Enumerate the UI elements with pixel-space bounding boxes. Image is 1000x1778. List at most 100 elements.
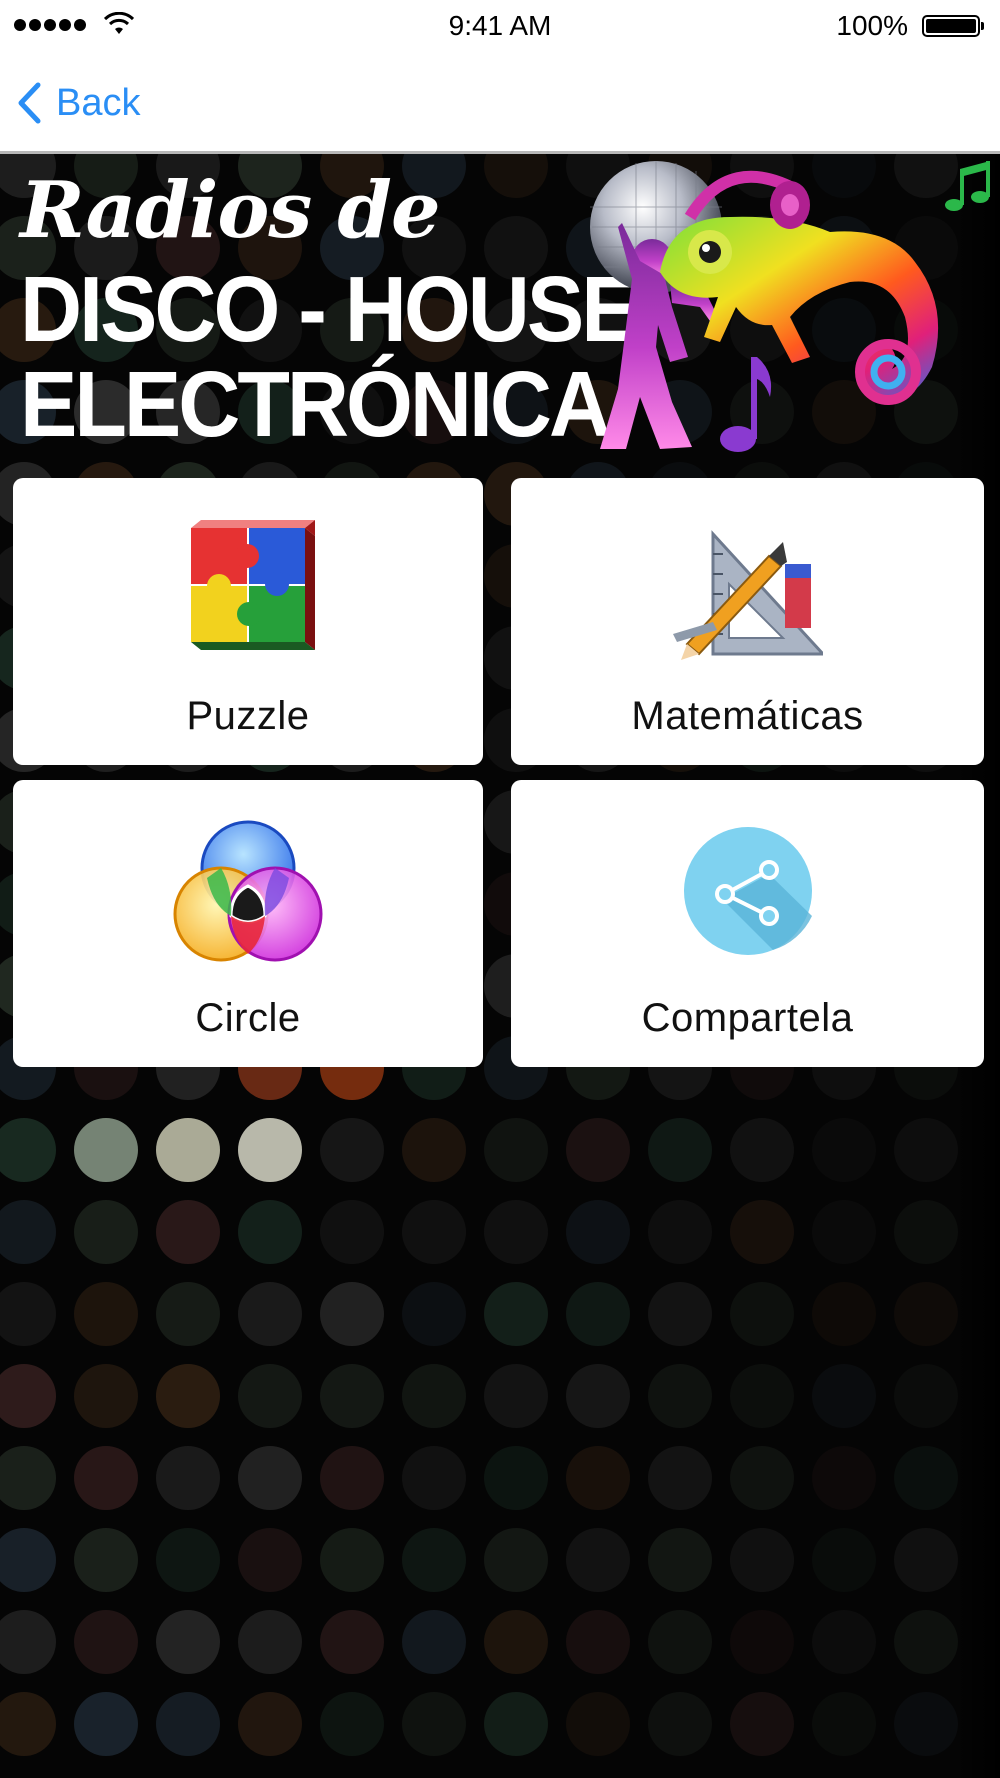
bokeh-light — [648, 1692, 712, 1756]
bokeh-light — [730, 1528, 794, 1592]
bokeh-light — [74, 1692, 138, 1756]
bokeh-light — [156, 1692, 220, 1756]
music-note-icon — [720, 357, 772, 452]
bokeh-light — [238, 1200, 302, 1264]
bokeh-light — [484, 1282, 548, 1346]
bokeh-light — [648, 1446, 712, 1510]
bokeh-light — [156, 1610, 220, 1674]
bokeh-light — [402, 1692, 466, 1756]
bokeh-light — [566, 1200, 630, 1264]
bokeh-light — [894, 1364, 958, 1428]
bokeh-light — [894, 1610, 958, 1674]
bokeh-light — [402, 1528, 466, 1592]
bokeh-light — [0, 1118, 56, 1182]
bokeh-light — [812, 1610, 876, 1674]
bokeh-light — [484, 154, 548, 198]
bokeh-light — [238, 1692, 302, 1756]
bokeh-light — [74, 1528, 138, 1592]
bokeh-light — [320, 1528, 384, 1592]
banner-title-line2: DISCO - HOUSE — [20, 258, 639, 362]
status-bar: 9:41 AM 100% — [0, 0, 1000, 52]
color-circles-icon — [173, 820, 323, 962]
bokeh-light — [894, 1118, 958, 1182]
bokeh-light — [648, 1364, 712, 1428]
back-button[interactable]: Back — [16, 76, 140, 130]
bokeh-light — [0, 1692, 56, 1756]
bokeh-light — [156, 1446, 220, 1510]
bokeh-light — [0, 1528, 56, 1592]
battery-icon — [922, 15, 984, 37]
bokeh-light — [648, 1610, 712, 1674]
bokeh-light — [0, 1364, 56, 1428]
bokeh-light — [730, 1282, 794, 1346]
bokeh-light — [894, 1282, 958, 1346]
bokeh-light — [156, 1364, 220, 1428]
bokeh-light — [402, 1282, 466, 1346]
tile-circle[interactable]: Circle — [13, 780, 483, 1067]
bokeh-light — [156, 1528, 220, 1592]
bokeh-light — [730, 1200, 794, 1264]
bokeh-light — [484, 1446, 548, 1510]
bokeh-light — [566, 1528, 630, 1592]
math-tools-icon — [672, 530, 823, 660]
bokeh-light — [566, 1364, 630, 1428]
bokeh-light — [648, 1200, 712, 1264]
bokeh-light — [74, 1364, 138, 1428]
bokeh-light — [74, 1282, 138, 1346]
banner-artwork — [590, 161, 990, 452]
bokeh-light — [730, 1692, 794, 1756]
puzzle-icon — [191, 520, 315, 650]
tile-compartela[interactable]: Compartela — [511, 780, 984, 1067]
bokeh-light — [812, 1364, 876, 1428]
bokeh-light — [566, 1446, 630, 1510]
bokeh-light — [238, 1610, 302, 1674]
bokeh-light — [648, 1118, 712, 1182]
bokeh-light — [0, 1446, 56, 1510]
bokeh-light — [894, 1446, 958, 1510]
tile-label: Matemáticas — [631, 694, 864, 738]
bokeh-light — [238, 1282, 302, 1346]
back-label: Back — [56, 81, 141, 124]
bokeh-light — [730, 1364, 794, 1428]
bokeh-light — [894, 1200, 958, 1264]
bokeh-light — [648, 1282, 712, 1346]
bokeh-light — [238, 1446, 302, 1510]
bokeh-light — [730, 1446, 794, 1510]
share-icon — [683, 827, 812, 955]
bokeh-light — [74, 1610, 138, 1674]
bokeh-light — [74, 1446, 138, 1510]
tile-label: Compartela — [641, 996, 854, 1040]
tile-puzzle[interactable]: Puzzle — [13, 478, 483, 765]
bokeh-light — [566, 1118, 630, 1182]
bokeh-light — [320, 1610, 384, 1674]
bokeh-light — [74, 1118, 138, 1182]
music-notes-icon — [945, 161, 990, 211]
app-screen: 9:41 AM 100% Back Radios de DISCO - HOUS… — [0, 0, 1000, 1778]
bokeh-light — [484, 1528, 548, 1592]
bokeh-light — [566, 1692, 630, 1756]
battery-percent: 100% — [836, 10, 908, 41]
bokeh-light — [812, 1282, 876, 1346]
bokeh-light — [402, 1200, 466, 1264]
bokeh-light — [484, 1118, 548, 1182]
bokeh-light — [238, 1118, 302, 1182]
bokeh-light — [730, 1610, 794, 1674]
bokeh-light — [0, 1282, 56, 1346]
tile-matematicas[interactable]: Matemáticas — [511, 478, 984, 765]
bokeh-light — [320, 1118, 384, 1182]
bokeh-light — [320, 1692, 384, 1756]
bokeh-light — [320, 1364, 384, 1428]
bokeh-light — [238, 1528, 302, 1592]
bokeh-light — [156, 1200, 220, 1264]
bokeh-light — [156, 1282, 220, 1346]
bokeh-light — [812, 1446, 876, 1510]
bokeh-light — [320, 1282, 384, 1346]
bokeh-light — [484, 1692, 548, 1756]
banner-title-line3: ELECTRÓNICA — [20, 353, 611, 457]
bokeh-light — [156, 1118, 220, 1182]
banner-title-line1: Radios de — [20, 165, 441, 256]
bokeh-light — [812, 1200, 876, 1264]
bokeh-light — [402, 1610, 466, 1674]
bokeh-light — [894, 1528, 958, 1592]
navigation-bar: Back — [0, 52, 1000, 154]
